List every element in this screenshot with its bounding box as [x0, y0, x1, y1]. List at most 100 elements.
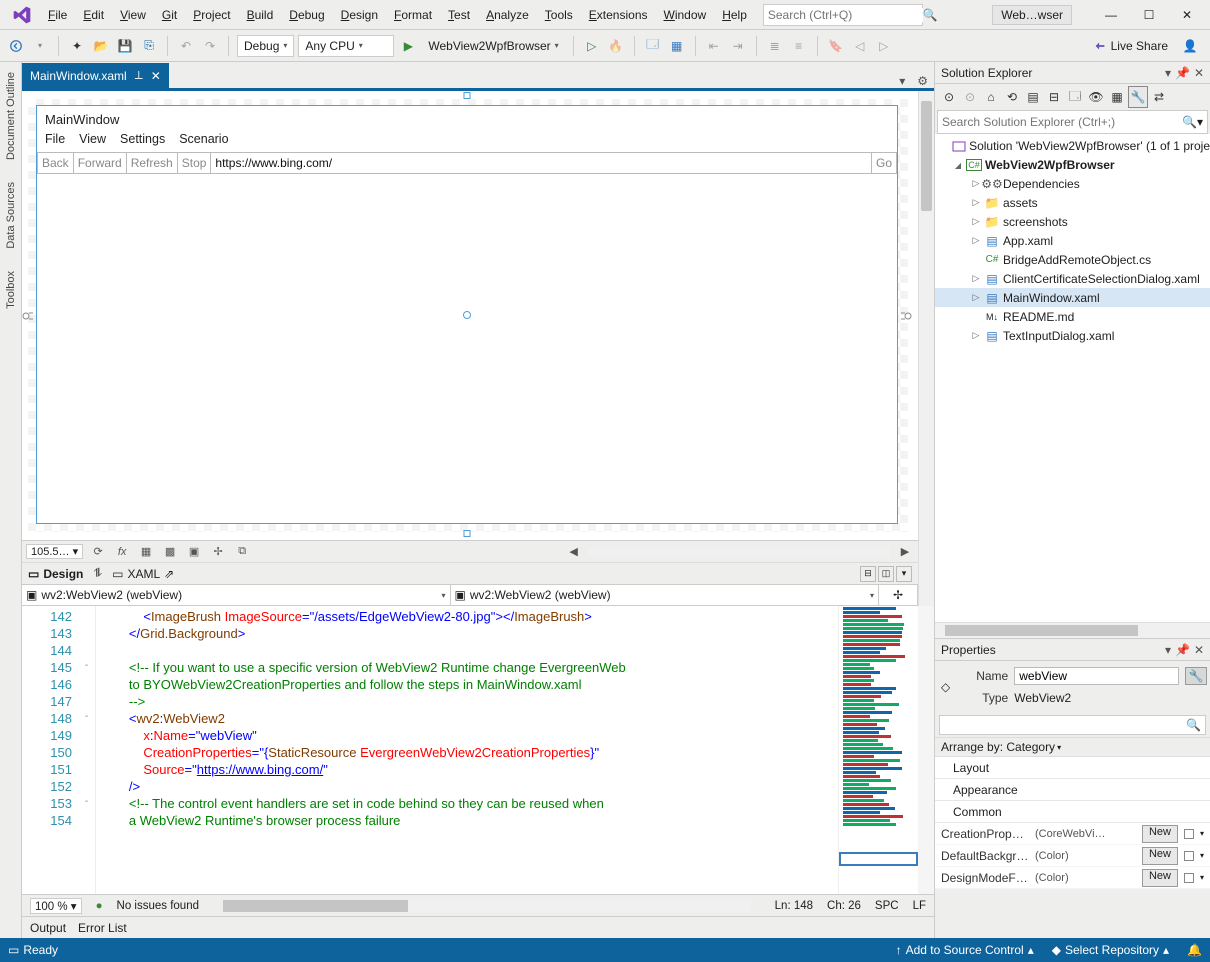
menu-file[interactable]: File: [40, 3, 75, 27]
tree-item[interactable]: ⚙⚙Dependencies: [935, 174, 1210, 193]
fx-icon[interactable]: fx: [113, 543, 131, 561]
select-repo-button[interactable]: ◆ Select Repository ▴: [1052, 943, 1169, 957]
tab-settings-icon[interactable]: ⚙: [911, 74, 934, 88]
collapse-pane-icon[interactable]: ▾: [896, 566, 912, 582]
new-item-icon[interactable]: ✦: [67, 35, 87, 57]
fwd-icon[interactable]: ⊙: [960, 86, 980, 108]
new-button[interactable]: New: [1142, 847, 1178, 865]
panel-pin-icon[interactable]: 📌: [1175, 66, 1190, 80]
tab-close-icon[interactable]: ✕: [151, 69, 161, 83]
tree-item[interactable]: ▤ClientCertificateSelectionDialog.xaml: [935, 269, 1210, 288]
filter-icon[interactable]: ⇄: [1149, 86, 1169, 108]
back-button[interactable]: Back: [38, 153, 74, 173]
editor-zoom[interactable]: 100 % ▾: [30, 898, 82, 914]
preview-icon[interactable]: 👁: [1086, 86, 1106, 108]
property-row[interactable]: DesignModeF…(Color)New▾: [935, 867, 1210, 889]
solution-tree[interactable]: Solution 'WebView2WpfBrowser' (1 of 1 pr…: [935, 134, 1210, 622]
minimize-button[interactable]: —: [1092, 1, 1130, 29]
cat-layout[interactable]: Layout: [935, 757, 1210, 779]
hot-reload-icon[interactable]: 🔥: [606, 35, 626, 57]
property-row[interactable]: DefaultBackgr…(Color)New▾: [935, 845, 1210, 867]
bookmark-prev-icon[interactable]: ◁: [850, 35, 870, 57]
panel-dropdown-icon[interactable]: ▾: [1165, 643, 1171, 657]
swap-panes-icon[interactable]: ⥮: [93, 566, 102, 581]
uncomment-icon[interactable]: ≡: [789, 35, 809, 57]
scroll-right-icon[interactable]: ▶: [896, 543, 914, 561]
code-area[interactable]: <ImageBrush ImageSource="/assets/EdgeWeb…: [96, 606, 838, 894]
property-row[interactable]: CreationProp…(CoreWebVi…New▾: [935, 823, 1210, 845]
tree-item[interactable]: C#BridgeAddRemoteObject.cs: [935, 250, 1210, 269]
name-field[interactable]: [1014, 667, 1179, 685]
solution-search-input[interactable]: [942, 115, 1182, 129]
config-combo[interactable]: Debug▾: [237, 35, 294, 57]
source-control-button[interactable]: ↑ Add to Source Control ▴: [896, 943, 1034, 957]
xaml-editor[interactable]: 142143144145146147148149150151152153154 …: [22, 606, 838, 894]
tree-item[interactable]: ▤MainWindow.xaml: [935, 288, 1210, 307]
data-sources-tab[interactable]: Data Sources: [5, 176, 17, 255]
nav-back-icon[interactable]: [6, 35, 26, 57]
design-tab[interactable]: ▭ Design: [28, 567, 83, 581]
menu-design[interactable]: Design: [333, 3, 386, 27]
snap-icon[interactable]: ▣: [185, 543, 203, 561]
indent-icon[interactable]: ⇥: [728, 35, 748, 57]
menu-tools[interactable]: Tools: [537, 3, 581, 27]
cat-appearance[interactable]: Appearance: [935, 779, 1210, 801]
show-all-icon[interactable]: ▤: [1023, 86, 1043, 108]
properties-icon[interactable]: 🗔: [1065, 86, 1085, 108]
tree-item[interactable]: ▤TextInputDialog.xaml: [935, 326, 1210, 345]
outdent-icon[interactable]: ⇤: [704, 35, 724, 57]
app-menu-view[interactable]: View: [79, 132, 106, 152]
anchor-left-icon[interactable]: [21, 310, 35, 320]
platform-combo[interactable]: Any CPU▾: [298, 35, 394, 57]
tree-item[interactable]: ▤App.xaml: [935, 231, 1210, 250]
output-tab[interactable]: Output: [30, 921, 66, 935]
maximize-button[interactable]: ☐: [1130, 1, 1168, 29]
menu-extensions[interactable]: Extensions: [581, 3, 656, 27]
panel-close-icon[interactable]: ✕: [1194, 643, 1204, 657]
new-button[interactable]: New: [1142, 825, 1178, 843]
indent-mode[interactable]: SPC: [875, 900, 899, 912]
resize-handle-bottom[interactable]: [464, 530, 471, 537]
pin-icon[interactable]: ⟂: [135, 68, 143, 83]
error-list-tab[interactable]: Error List: [78, 921, 127, 935]
search-input[interactable]: [768, 8, 923, 22]
menu-debug[interactable]: Debug: [281, 3, 332, 27]
menu-git[interactable]: Git: [154, 3, 185, 27]
wrench-icon[interactable]: 🔧: [1128, 86, 1148, 108]
app-menu-scenario[interactable]: Scenario: [179, 132, 228, 152]
tree-item[interactable]: C#WebView2WpfBrowser: [935, 155, 1210, 174]
run-target-combo[interactable]: WebView2WpfBrowser▾: [422, 35, 564, 57]
editor-vscrollbar[interactable]: [918, 606, 934, 894]
save-icon[interactable]: 💾: [115, 35, 135, 57]
tree-item[interactable]: 📁assets: [935, 193, 1210, 212]
forward-button[interactable]: Forward: [74, 153, 127, 173]
browser-icon[interactable]: 🗔: [643, 35, 663, 57]
go-button[interactable]: Go: [871, 153, 896, 173]
refresh-icon[interactable]: ▦: [1107, 86, 1127, 108]
resize-handle-top[interactable]: [464, 92, 471, 99]
menu-test[interactable]: Test: [440, 3, 478, 27]
back-icon[interactable]: ⊙: [939, 86, 959, 108]
solution-label[interactable]: Web…wser: [992, 5, 1072, 25]
open-icon[interactable]: 📂: [91, 35, 111, 57]
collapse-icon[interactable]: ⊟: [1044, 86, 1064, 108]
scroll-left-icon[interactable]: ◀: [565, 543, 583, 561]
anchor-right-icon[interactable]: [899, 310, 913, 320]
menu-build[interactable]: Build: [239, 3, 282, 27]
tree-item[interactable]: Solution 'WebView2WpfBrowser' (1 of 1 pr…: [935, 136, 1210, 155]
comment-icon[interactable]: ≣: [765, 35, 785, 57]
notifications-icon[interactable]: 🔔: [1187, 943, 1202, 957]
grid2-icon[interactable]: ▩: [161, 543, 179, 561]
editor-hscrollbar[interactable]: [223, 900, 751, 912]
xaml-tab[interactable]: ▭ XAML ⇗: [112, 567, 174, 581]
issues-text[interactable]: No issues found: [117, 900, 199, 912]
document-outline-tab[interactable]: Document Outline: [5, 66, 17, 166]
menu-format[interactable]: Format: [386, 3, 440, 27]
save-all-icon[interactable]: ⎘: [139, 35, 159, 57]
binding-marker-icon[interactable]: [1184, 829, 1194, 839]
stop-button[interactable]: Stop: [178, 153, 212, 173]
new-button[interactable]: New: [1142, 869, 1178, 887]
xaml-member-combo[interactable]: ▣wv2:WebView2 (webView)▾: [450, 584, 880, 606]
nav-fwd-icon[interactable]: ▾: [30, 35, 50, 57]
properties-search[interactable]: 🔍: [939, 715, 1206, 735]
